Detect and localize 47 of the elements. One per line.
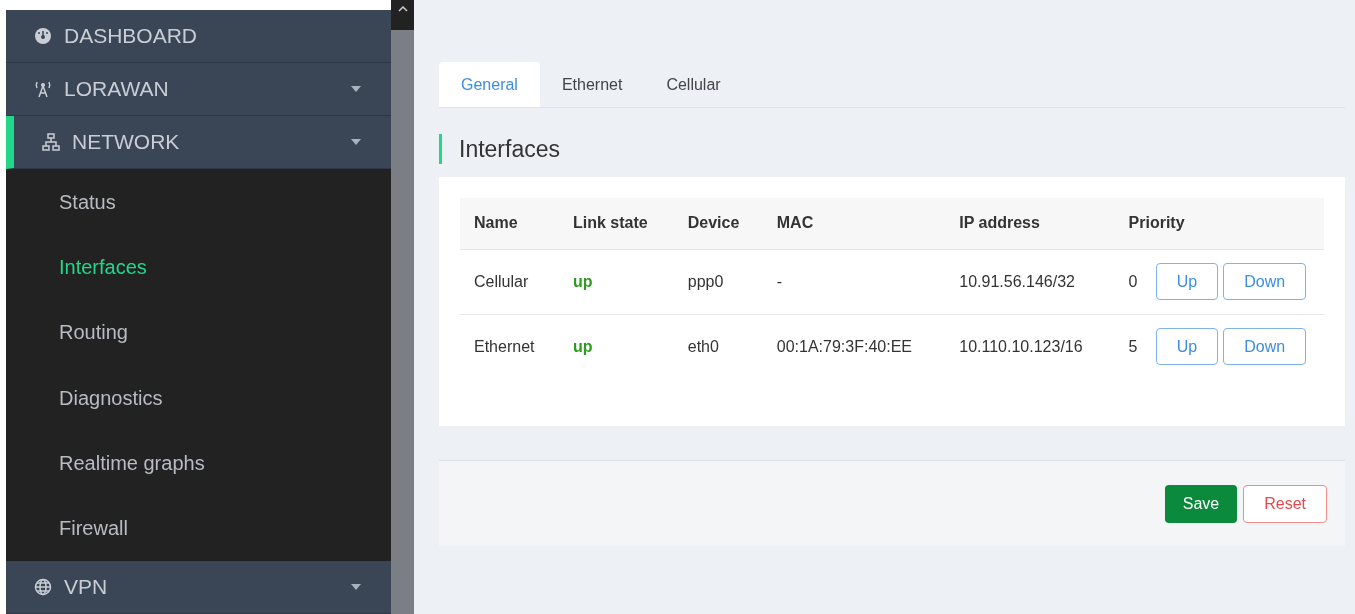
- link-state: up: [558, 249, 674, 314]
- network-icon: [42, 133, 60, 152]
- sidebar-item[interactable]: Status: [6, 169, 391, 235]
- table-cell: Cellular: [460, 249, 559, 314]
- tab[interactable]: Ethernet: [539, 62, 645, 107]
- sidebar-item[interactable]: Firewall: [6, 495, 391, 561]
- sidebar-section[interactable]: LORAWAN: [6, 63, 391, 117]
- sidebar-section[interactable]: VPN: [6, 560, 391, 614]
- column-header: IP address: [945, 198, 1115, 249]
- sidebar-item[interactable]: Interfaces: [6, 234, 391, 300]
- tab[interactable]: Cellular: [644, 62, 743, 107]
- table-cell: 00:1A:79:3F:40:EE: [762, 314, 946, 379]
- link-state: up: [558, 314, 674, 379]
- caret-icon: [351, 86, 361, 93]
- globe-icon: [34, 577, 52, 596]
- column-header: Priority: [1114, 198, 1324, 249]
- sidebar-item[interactable]: Routing: [6, 299, 391, 366]
- antenna-icon: [34, 80, 52, 99]
- move-up-button[interactable]: Up: [1155, 328, 1219, 366]
- table-cell: ppp0: [673, 249, 763, 314]
- move-down-button[interactable]: Down: [1223, 328, 1307, 366]
- scrollbar[interactable]: [391, 0, 414, 614]
- sidebar-item[interactable]: Diagnostics: [6, 365, 391, 431]
- table-cell: -: [762, 249, 946, 314]
- column-header: Name: [460, 198, 559, 249]
- sidebar-section[interactable]: NETWORK: [6, 116, 391, 170]
- table-cell: 0: [1114, 249, 1156, 314]
- sidebar-item[interactable]: Realtime graphs: [6, 430, 391, 496]
- column-header: Link state: [558, 198, 674, 249]
- column-header: MAC: [762, 198, 946, 249]
- save-button[interactable]: Save: [1164, 484, 1238, 523]
- tab[interactable]: General: [439, 62, 540, 107]
- caret-icon: [351, 139, 361, 146]
- section-heading: Interfaces: [459, 134, 560, 164]
- reset-button[interactable]: Reset: [1243, 484, 1327, 523]
- move-up-button[interactable]: Up: [1155, 263, 1219, 300]
- table-cell: 5: [1114, 314, 1156, 379]
- move-down-button[interactable]: Down: [1223, 263, 1307, 300]
- gauge-icon: [34, 27, 52, 45]
- table-cell: 10.110.10.123/16: [945, 314, 1115, 379]
- caret-icon: [351, 583, 361, 590]
- table-cell: 10.91.56.146/32: [945, 249, 1115, 314]
- sidebar-section[interactable]: DASHBOARD: [6, 10, 391, 64]
- column-header: Device: [673, 198, 763, 249]
- table-cell: Ethernet: [460, 314, 559, 379]
- table-cell: eth0: [673, 314, 763, 379]
- scroll-up-icon[interactable]: [397, 6, 408, 12]
